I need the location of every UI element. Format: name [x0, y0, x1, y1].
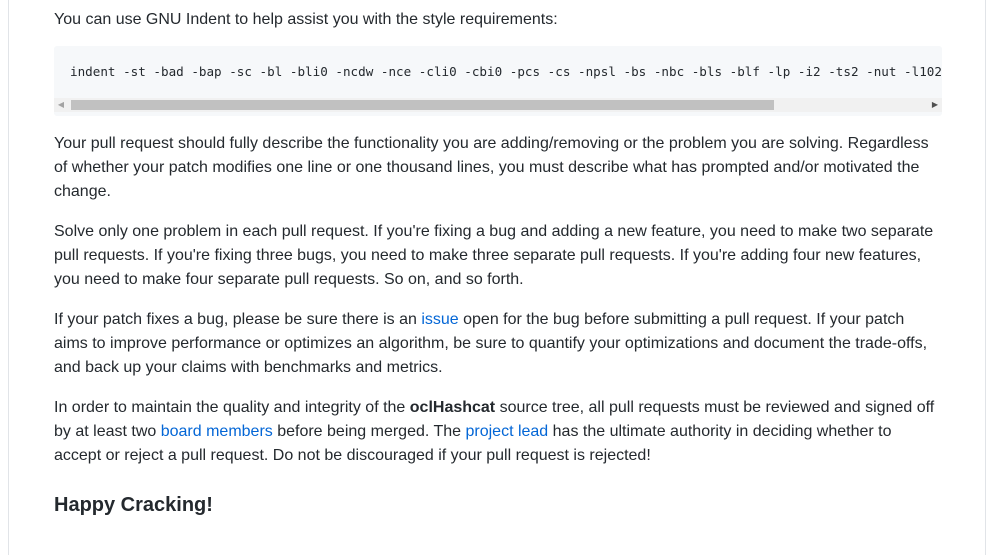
bug-fix-text-1: If your patch fixes a bug, please be sur…	[54, 311, 422, 328]
horizontal-scrollbar[interactable]: ◀ ▶	[54, 98, 942, 112]
scroll-left-arrow-icon[interactable]: ◀	[54, 98, 68, 112]
scroll-right-arrow-icon[interactable]: ▶	[928, 98, 942, 112]
bug-fix-paragraph: If your patch fixes a bug, please be sur…	[54, 308, 942, 380]
review-paragraph: In order to maintain the quality and int…	[54, 396, 942, 468]
project-name: oclHashcat	[409, 399, 496, 416]
code-block[interactable]: indent -st -bad -bap -sc -bl -bli0 -ncdw…	[54, 46, 942, 116]
one-problem-paragraph: Solve only one problem in each pull requ…	[54, 223, 934, 288]
project-lead-link[interactable]: project lead	[465, 423, 548, 440]
issue-link[interactable]: issue	[421, 311, 458, 328]
intro-paragraph: You can use GNU Indent to help assist yo…	[54, 11, 558, 28]
board-members-link[interactable]: board members	[161, 423, 273, 440]
scrollbar-thumb[interactable]	[71, 100, 774, 110]
indent-command: indent -st -bad -bap -sc -bl -bli0 -ncdw…	[70, 64, 942, 79]
happy-cracking-heading: Happy Cracking!	[54, 494, 213, 516]
review-text-3: before being merged. The	[272, 423, 466, 440]
description-paragraph: Your pull request should fully describe …	[54, 135, 929, 200]
review-text-1: In order to maintain the quality and int…	[54, 399, 410, 416]
